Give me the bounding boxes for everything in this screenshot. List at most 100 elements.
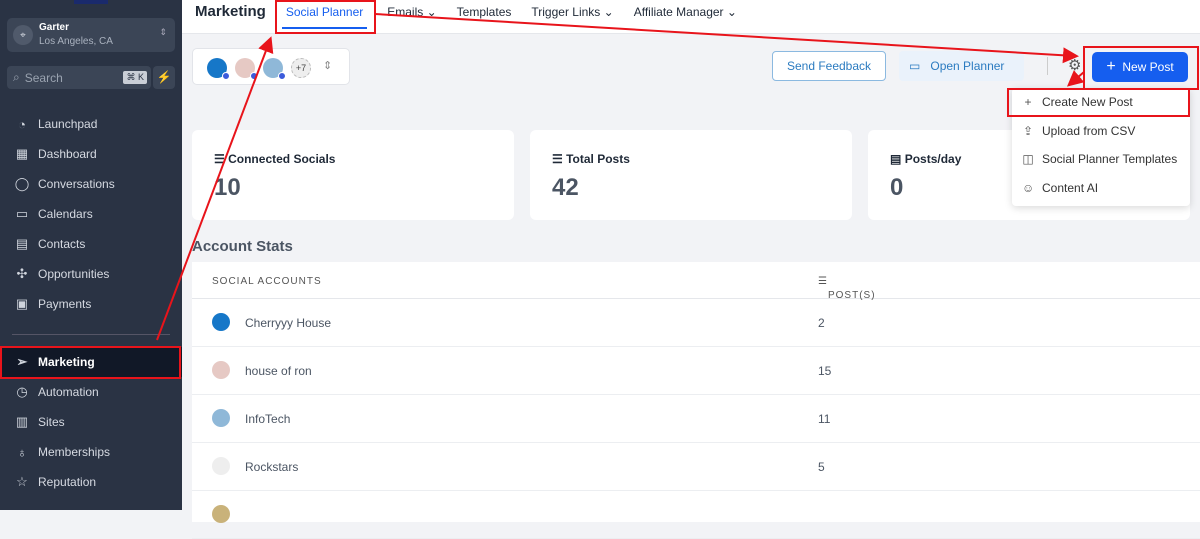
account-name: InfoTech [245, 412, 291, 426]
gear-icon[interactable]: ⚙ [1068, 56, 1081, 74]
post-count: 11 [818, 412, 831, 426]
tab-templates[interactable]: Templates [457, 5, 512, 19]
sidebar-item-launchpad[interactable]: ◔ Launchpad [0, 109, 182, 139]
stat-value: 10 [214, 174, 241, 201]
account-name: Cherryyy House [245, 316, 332, 330]
sidebar-item-dashboard[interactable]: ▦ Dashboard [0, 139, 182, 169]
tab-label: Trigger Links [531, 4, 601, 19]
nav-label: Opportunities [38, 267, 110, 281]
nav-label: Launchpad [38, 117, 98, 131]
account-stats-title: Account Stats [192, 238, 293, 255]
new-post-label: New Post [1122, 60, 1174, 74]
menu-item-create-new-post[interactable]: + Create New Post [1012, 88, 1190, 117]
col-posts: ☰ POST(S) [818, 276, 876, 301]
menu-item-upload-csv[interactable]: ⇪ Upload from CSV [1012, 117, 1190, 146]
logo [74, 0, 108, 4]
menu-item-templates[interactable]: ◫ Social Planner Templates [1012, 145, 1190, 174]
table-row[interactable]: house of ron 15 [192, 347, 1200, 395]
database-icon: ☰ [214, 152, 225, 166]
award-icon: ♁ [17, 444, 27, 460]
sidebar-item-automation[interactable]: ◷ Automation [0, 377, 182, 407]
account-avatar [212, 457, 230, 475]
layout-icon: ▤ [890, 152, 902, 166]
chevron-down-icon: ⌄ [603, 4, 614, 19]
stat-card-total-posts: ☰ Total Posts 42 [530, 130, 852, 220]
account-avatar [235, 58, 258, 80]
post-count: 2 [818, 316, 825, 330]
send-icon: ➢ [16, 354, 28, 369]
search-input[interactable]: ⌕ Search ⌘ K [7, 66, 151, 89]
tab-label: Emails [387, 4, 424, 19]
calendar-icon: ▭ [909, 59, 921, 73]
nav-label: Dashboard [38, 147, 97, 161]
account-avatar [212, 505, 230, 523]
chat-icon: ◯ [14, 176, 30, 191]
sidebar-item-memberships[interactable]: ♁ Memberships [0, 437, 182, 467]
tab-label: Affiliate Manager [633, 4, 724, 19]
menu-label: Create New Post [1042, 95, 1133, 110]
facebook-icon [278, 72, 286, 80]
page-title: Marketing [195, 3, 266, 20]
tab-trigger-links[interactable]: Trigger Links ⌄ [531, 5, 613, 19]
search-icon: ⌕ [13, 70, 20, 84]
automation-icon: ◷ [16, 384, 28, 399]
plus-icon: + [1106, 58, 1116, 75]
stat-value: 42 [552, 174, 579, 201]
table-row[interactable]: Cherryyy House 2 [192, 299, 1200, 347]
stat-card-connected-socials: ☰ Connected Socials 10 [192, 130, 514, 220]
menu-label: Social Planner Templates [1042, 152, 1178, 167]
account-avatar [207, 58, 230, 80]
chevron-updown-icon: ⇕ [159, 27, 167, 37]
location-pin-icon: ⌖ [13, 25, 33, 45]
menu-label: Content AI [1042, 180, 1099, 195]
menu-item-content-ai[interactable]: ☺ Content AI [1012, 174, 1190, 203]
nav-label: Sites [38, 415, 65, 429]
account-avatar [212, 409, 230, 427]
send-feedback-button[interactable]: Send Feedback [772, 51, 886, 81]
account-avatar [263, 58, 286, 80]
sidebar-item-payments[interactable]: ▣ Payments [0, 289, 182, 319]
sidebar-item-calendars[interactable]: ▭ Calendars [0, 199, 182, 229]
calendar-icon: ▭ [15, 206, 29, 221]
upload-icon: ⇪ [1022, 123, 1034, 138]
new-post-dropdown: + Create New Post ⇪ Upload from CSV ◫ Socia… [1012, 88, 1190, 206]
table-row[interactable]: InfoTech 11 [192, 395, 1200, 443]
table-row[interactable] [192, 491, 1200, 539]
template-icon: ◫ [1022, 152, 1034, 167]
new-post-button[interactable]: + New Post [1092, 52, 1188, 82]
sidebar-item-opportunities[interactable]: ✣ Opportunities [0, 259, 182, 289]
tab-affiliate-manager[interactable]: Affiliate Manager ⌄ [634, 5, 737, 19]
chevron-down-icon: ⌄ [726, 4, 737, 19]
table-header: SOCIAL ACCOUNTS ☰ POST(S) [192, 262, 1200, 301]
sidebar-item-marketing[interactable]: ➢ Marketing [0, 347, 182, 377]
open-planner-button[interactable]: ▭ Open Planner [899, 51, 1024, 81]
contacts-icon: ▤ [15, 236, 29, 251]
search-placeholder: Search [24, 70, 63, 85]
stat-label: Connected Socials [228, 152, 336, 166]
tab-social-planner[interactable]: Social Planner [281, 5, 368, 29]
account-name: Rockstars [245, 460, 299, 474]
stat-value: 0 [890, 174, 904, 201]
tab-emails[interactable]: Emails ⌄ [387, 5, 436, 19]
sidebar-item-contacts[interactable]: ▤ Contacts [0, 229, 182, 259]
nav-label: Calendars [38, 207, 93, 221]
location-switcher[interactable]: ⌖ Garter Los Angeles, CA ⇕ [7, 18, 175, 52]
server-icon: ☰ [552, 152, 563, 166]
stat-label: Posts/day [904, 152, 962, 166]
table-row[interactable]: Rockstars 5 [192, 443, 1200, 491]
sidebar-item-reputation[interactable]: ☆ Reputation [0, 467, 182, 497]
main-content: Marketing Social Planner Emails ⌄ Templa… [182, 0, 1200, 539]
search-shortcut: ⌘ K [123, 71, 147, 84]
funnel-icon: ✣ [16, 266, 28, 281]
toolbar-divider [1047, 57, 1048, 75]
rocket-icon: ◔ [18, 116, 26, 132]
quick-action-bolt-icon[interactable]: ⚡ [153, 66, 175, 89]
sidebar-item-conversations[interactable]: ◯ Conversations [0, 169, 182, 199]
grid-icon: ▦ [15, 146, 29, 161]
plus-icon: + [1024, 95, 1032, 110]
sidebar-item-sites[interactable]: ▥ Sites [0, 407, 182, 437]
post-count: 15 [818, 364, 832, 378]
account-selector[interactable]: +7 ⇕ [192, 48, 350, 85]
account-avatar [212, 361, 230, 379]
nav-label: Memberships [38, 445, 111, 459]
